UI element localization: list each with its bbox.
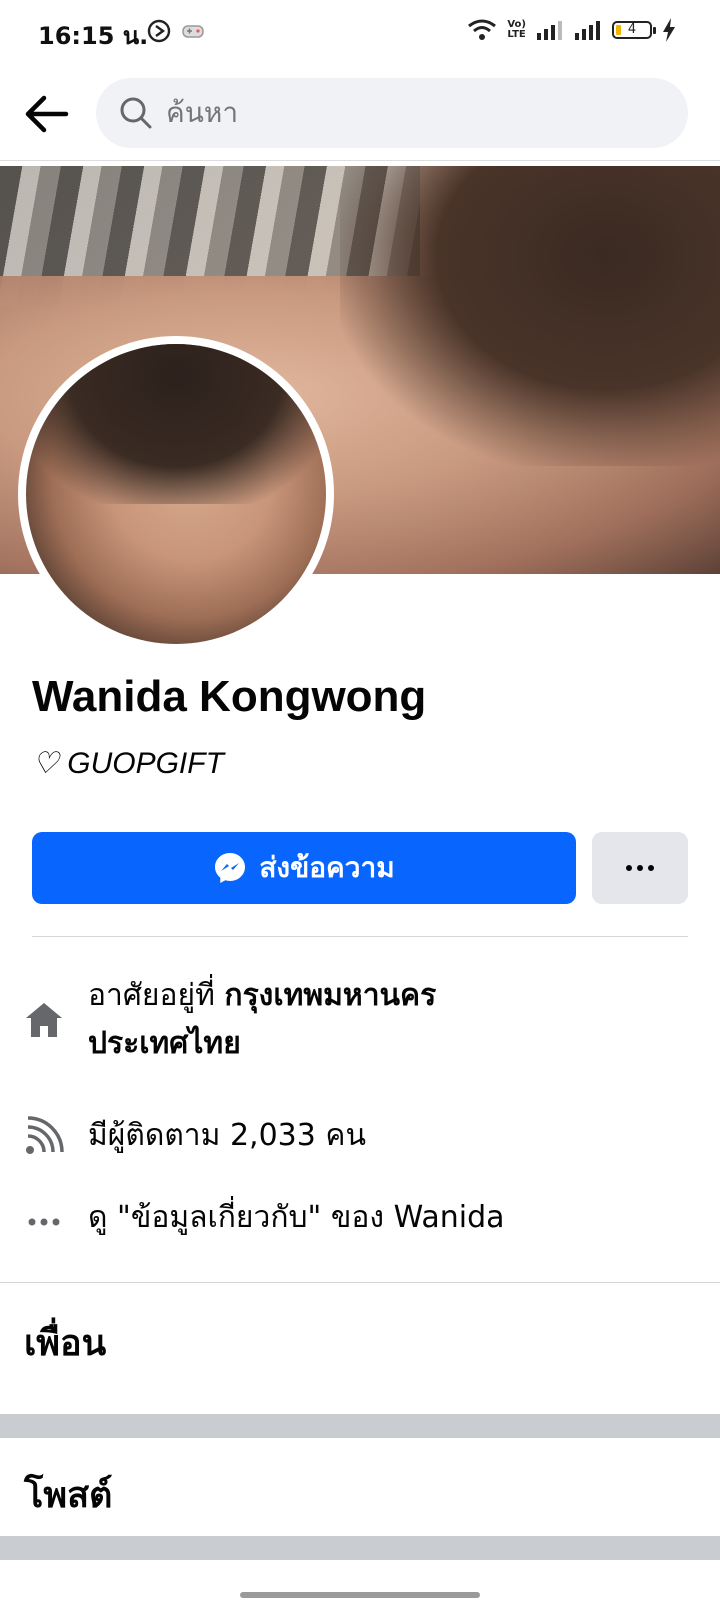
more-dots-icon [626, 865, 654, 871]
profile-name: Wanida Kongwong [32, 672, 427, 721]
friends-section-title[interactable]: เพื่อน [24, 1314, 106, 1371]
section-separator [0, 1282, 720, 1283]
more-dots-icon-small [28, 1218, 60, 1226]
messenger-icon [215, 853, 246, 883]
search-bar[interactable] [96, 78, 688, 148]
battery-icon: 4 [612, 21, 656, 39]
section-gap [0, 1414, 720, 1438]
divider [32, 936, 688, 937]
top-bar [0, 66, 720, 161]
rss-followers-icon [26, 1116, 64, 1154]
avatar-image [26, 344, 326, 644]
arrow-left-icon [25, 95, 69, 133]
home-icon [26, 1003, 62, 1037]
volte-indicator: Vo) LTE [507, 19, 526, 40]
gamepad-icon [182, 25, 204, 38]
search-input[interactable] [166, 78, 666, 148]
back-button[interactable] [22, 90, 70, 138]
section-gap-2 [0, 1536, 720, 1560]
about-link-text: ดู "ข้อมูลเกี่ยวกับ" ของ Wanida [88, 1200, 505, 1235]
cover-hair [340, 166, 720, 466]
message-button-label: ส่งข้อความ [259, 851, 395, 884]
search-icon [120, 97, 152, 129]
status-bar: 16:15 น. Vo) LTE 4 [0, 0, 720, 64]
battery-level: 4 [627, 22, 637, 37]
status-left-icons [146, 18, 206, 44]
circle-play-icon [147, 19, 171, 43]
signal-icon-2 [575, 21, 600, 40]
posts-section-title: โพสต์ [24, 1475, 113, 1516]
profile-bio: ♡ GUOPGIFT [32, 747, 224, 780]
lives-in-prefix: อาศัยอยู่ที่ [88, 978, 225, 1013]
lives-in-city[interactable]: กรุงเทพมหานคร [224, 978, 436, 1013]
followers-text: มีผู้ติดตาม 2,033 คน [88, 1118, 366, 1153]
profile-picture[interactable] [18, 336, 334, 652]
signal-icon [537, 21, 562, 40]
home-indicator[interactable] [240, 1592, 480, 1598]
wifi-icon [468, 19, 497, 40]
more-options-button[interactable] [592, 832, 688, 904]
lives-in-country[interactable]: ประเทศไทย [88, 1026, 241, 1061]
charging-bolt-icon [663, 18, 675, 42]
status-right-icons: Vo) LTE 4 [467, 18, 676, 42]
status-time: 16:15 น. [38, 22, 149, 50]
message-button[interactable]: ส่งข้อความ [32, 832, 576, 904]
